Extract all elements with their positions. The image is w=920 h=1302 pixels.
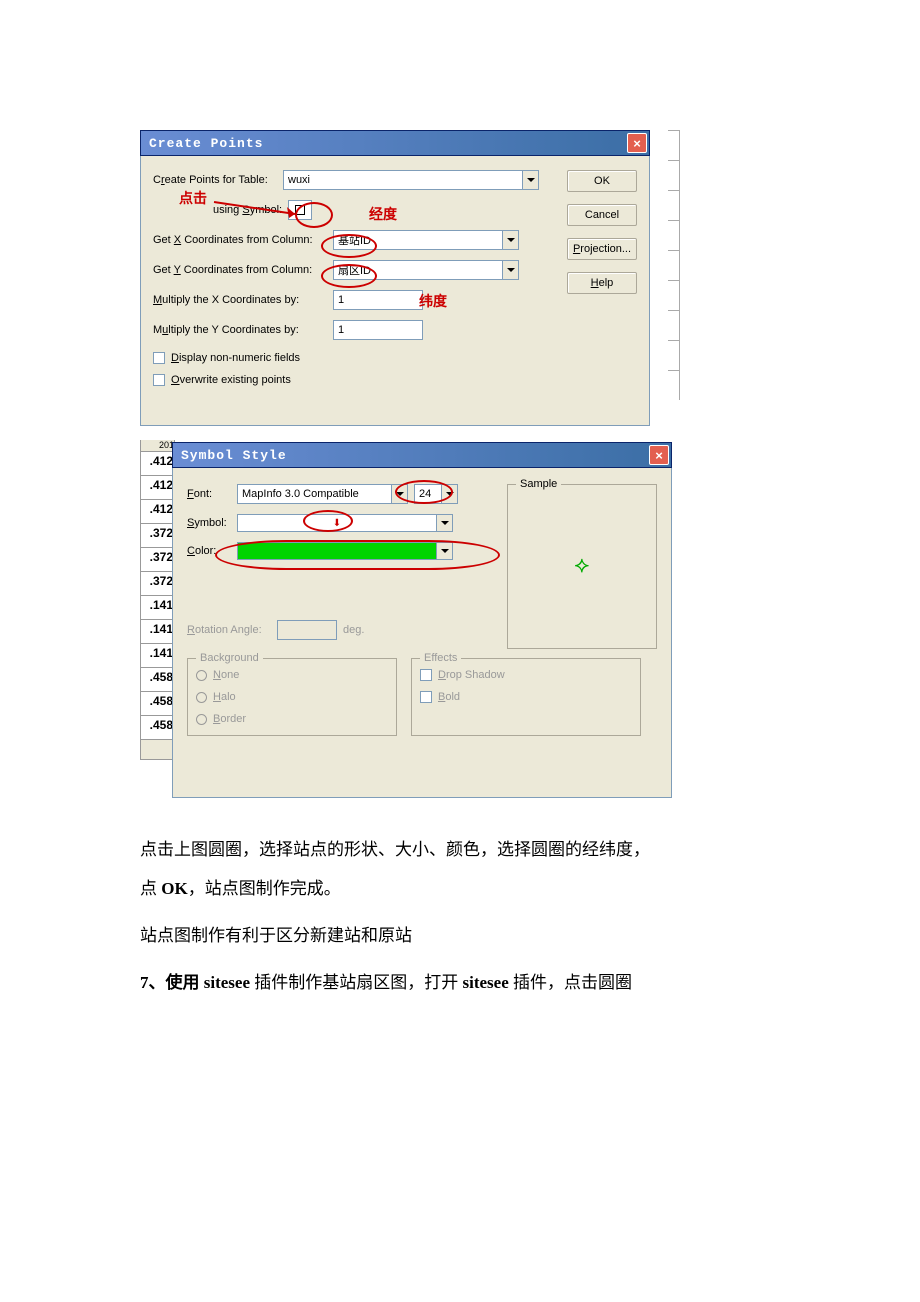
data-column: 201 .412 .412 .412 .372 .372 .372 .141 .… [140,440,175,760]
bold-label: Bold [438,691,460,703]
dialog-title: Symbol Style [181,448,287,463]
annotation-jingdu: 经度 [369,204,397,224]
data-cell: .412 [140,452,175,476]
pushpin-icon: ⯎ [575,555,589,578]
grid-lines [668,130,680,430]
create-points-body: OK Cancel Projection... Help Create Poin… [140,156,650,426]
deg-label: deg. [343,624,364,636]
border-label: Border [213,713,246,725]
gety-label: Get Y Coordinates from Column: [153,264,333,276]
rotation-input [277,620,337,640]
data-cell: .141 [140,596,175,620]
projection-button[interactable]: Projection... [567,238,637,260]
red-circle-x [321,234,377,258]
data-cell: .412 [140,500,175,524]
annotation-click: 点击 [179,188,207,208]
data-cell: .141 [140,620,175,644]
bold-checkbox [420,691,432,703]
getx-label: Get X Coordinates from Column: [153,234,333,246]
multx-input[interactable] [333,290,423,310]
display-checkbox[interactable] [153,352,165,364]
table-select[interactable] [283,170,539,190]
red-circle-symbol [303,510,353,532]
background-fieldset: Background None Halo Border [187,658,397,736]
multx-label: Multiply the X Coordinates by: [153,294,333,306]
titlebar: Create Points × [140,130,650,156]
symbol-label: Symbol: [187,517,237,529]
table-label: Create Points for Table: [153,174,283,186]
chevron-down-icon[interactable] [503,260,519,280]
close-icon[interactable]: × [649,445,669,465]
overwrite-checkbox[interactable] [153,374,165,386]
overwrite-checkbox-label: Overwrite existing points [171,374,291,386]
symbol-style-body: Sample ⯎ Font: Symbol: ⬇ [172,468,672,798]
font-input[interactable] [237,484,392,504]
red-circle-size [395,480,453,504]
screenshot-container: Create Points × OK Cancel Projection... … [140,130,680,800]
font-select[interactable] [237,484,408,504]
chevron-down-icon[interactable] [503,230,519,250]
font-label: Font: [187,488,237,500]
effects-legend: Effects [420,652,461,664]
paragraph-3: 7、使用 sitesee 插件制作基站扇区图，打开 sitesee 插件，点击圆… [140,963,780,1002]
paragraph-1: 点击上图圆圈，选择站点的形状、大小、颜色，选择圆圈的经纬度， 点 OK，站点图制… [140,830,780,908]
data-cell: .141 [140,644,175,668]
create-points-dialog: Create Points × OK Cancel Projection... … [140,130,650,426]
table-input[interactable] [283,170,523,190]
dialog-title: Create Points [149,136,263,151]
multy-label: Multiply the Y Coordinates by: [153,324,333,336]
paragraph-2: 站点图制作有利于区分新建站和原站 [140,916,780,955]
red-circle-color [215,540,500,570]
symbol-label: using Symbol: [213,204,288,216]
none-radio [196,670,207,681]
ok-button[interactable]: OK [567,170,637,192]
border-radio [196,714,207,725]
data-cell: .458 [140,716,175,740]
data-cell [140,740,175,760]
multy-input[interactable] [333,320,423,340]
halo-radio [196,692,207,703]
annotation-weidu: 纬度 [419,291,447,311]
dropshadow-label: Drop Shadow [438,669,505,681]
data-cell: .372 [140,548,175,572]
red-circle-y [321,264,377,288]
button-column: OK Cancel Projection... Help [567,170,637,294]
chevron-down-icon[interactable] [437,514,453,532]
dropshadow-checkbox [420,669,432,681]
symbol-style-dialog: Symbol Style × Sample ⯎ Font: [172,442,672,798]
close-icon[interactable]: × [627,133,647,153]
help-button[interactable]: Help [567,272,637,294]
cancel-button[interactable]: Cancel [567,204,637,226]
background-legend: Background [196,652,263,664]
red-circle-symbol [295,202,333,228]
chevron-down-icon[interactable] [523,170,539,190]
rotation-label: Rotation Angle: [187,624,277,636]
data-cell: .458 [140,692,175,716]
data-cell: .372 [140,524,175,548]
data-cell: .412 [140,476,175,500]
data-cell: .458 [140,668,175,692]
data-cell: 201 [140,440,175,452]
none-label: None [213,669,239,681]
titlebar: Symbol Style × [172,442,672,468]
data-cell: .372 [140,572,175,596]
effects-fieldset: Effects Drop Shadow Bold [411,658,641,736]
sample-legend: Sample [516,478,561,490]
halo-label: Halo [213,691,236,703]
sample-box: Sample ⯎ [507,484,657,649]
display-checkbox-label: Display non-numeric fields [171,352,300,364]
